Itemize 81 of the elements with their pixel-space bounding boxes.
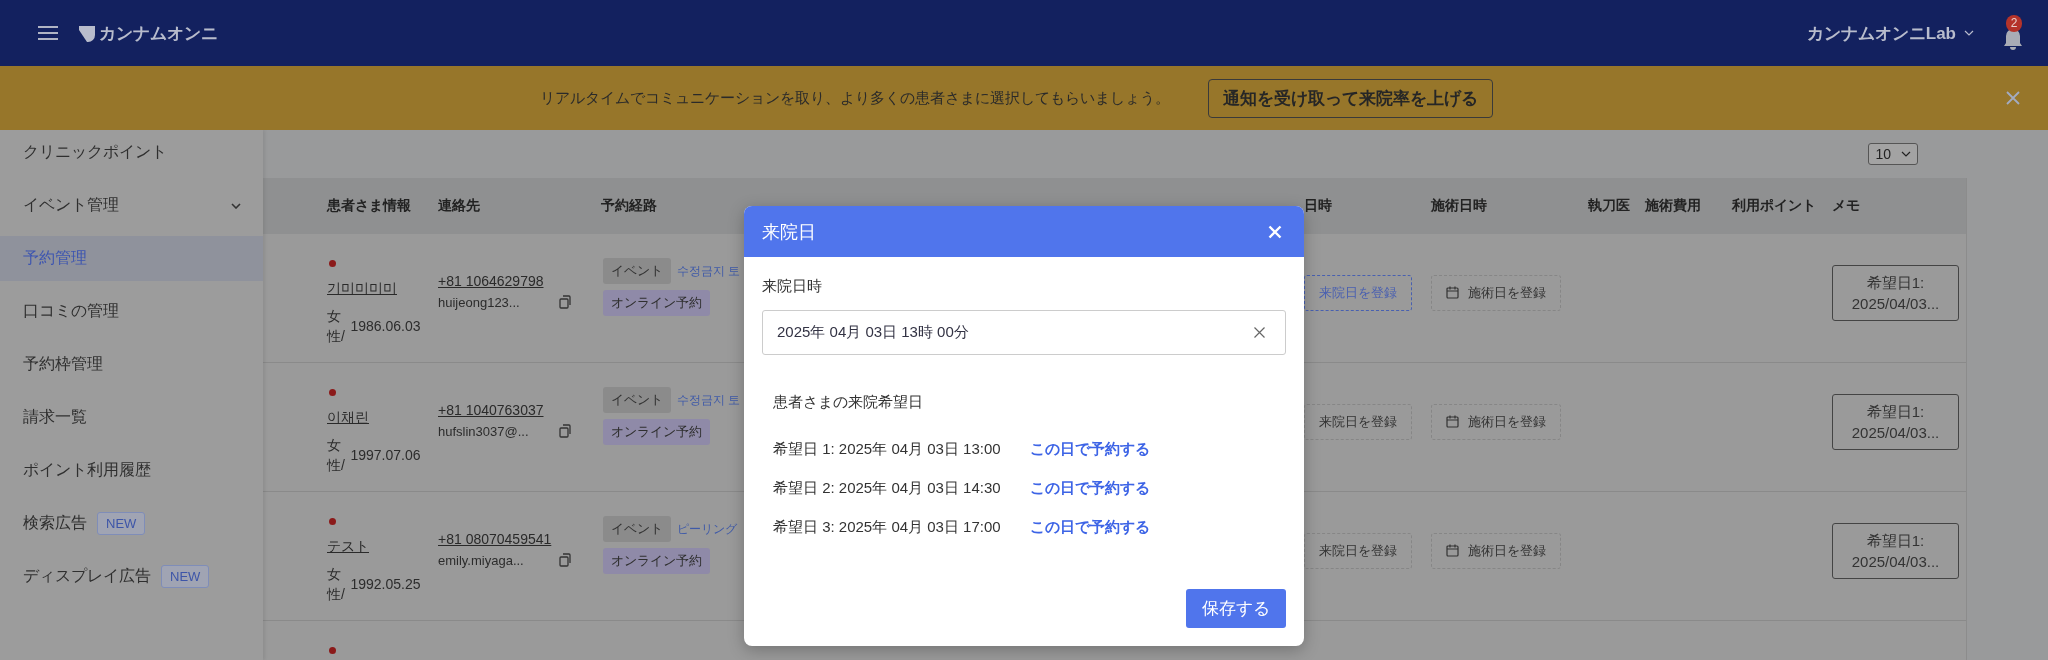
sidebar-item[interactable]: ディスプレイ広告 NEW [0, 554, 263, 599]
gender-text: 女性/ [327, 307, 346, 347]
sidebar-item[interactable]: イベント管理 [0, 183, 263, 228]
preferred-date-text: 希望日 3: 2025年 04月 03日 17:00 [773, 518, 1001, 537]
birthdate-text: 1986.06.03 [350, 318, 421, 335]
event-tag: イベント [603, 516, 671, 542]
preferred-date-text: 希望日 1: 2025年 04月 03日 13:00 [773, 440, 1001, 459]
book-this-date-link[interactable]: この日で予約する [1029, 440, 1150, 459]
clear-icon [1254, 327, 1265, 338]
column-header: 施術日時 [1431, 197, 1488, 215]
patient-name-link[interactable]: 이채린 [327, 409, 438, 427]
calendar-icon [1446, 415, 1459, 428]
memo-button[interactable]: 希望日1: 2025/04/03... [1832, 264, 1959, 321]
sidebar-item[interactable]: 口コミの管理 [0, 289, 263, 334]
booking-type-tag: オンライン予約 [603, 548, 710, 574]
memo-button[interactable]: 希望日1: 2025/04/03... [1832, 522, 1959, 579]
banner-message: リアルタイムでコミュニケーションを取り、より多くの患者さまに選択してもらいましょう。 [539, 88, 1170, 108]
sidebar-item[interactable]: 予約枠管理 [0, 342, 263, 387]
column-header: 執刀医 [1588, 197, 1631, 215]
copy-icon [559, 553, 571, 567]
section-heading: 患者さまの来院希望日 [773, 393, 924, 412]
column-header: 日時 [1304, 197, 1333, 215]
calendar-icon [1446, 286, 1459, 299]
column-header: 患者さま情報 [327, 197, 412, 215]
birthdate-text: 1997.07.06 [350, 447, 421, 464]
dialog-title: 来院日 [762, 220, 816, 244]
book-this-date-link[interactable]: この日で予約する [1029, 479, 1150, 498]
patient-name-link[interactable]: テスト [327, 538, 438, 556]
account-menu[interactable]: カンナムオンニLab [1806, 21, 1974, 45]
phone-link[interactable]: +81 1040763037 [438, 401, 601, 418]
datetime-field[interactable]: 2025年 04月 03日 13時 00分 [762, 310, 1286, 355]
register-treatment-button[interactable]: 施術日を登録 [1431, 403, 1561, 440]
column-header: 施術費用 [1645, 197, 1702, 215]
book-this-date-link[interactable]: この日で予約する [1029, 518, 1150, 537]
birthdate-text: 1992.05.25 [350, 576, 421, 593]
chevron-down-icon [1901, 151, 1911, 157]
sidebar-item[interactable]: ポイント利用履歴 [0, 448, 263, 493]
sidebar-item[interactable]: 請求一覧 [0, 395, 263, 440]
calendar-icon [1446, 544, 1459, 557]
sidebar-item[interactable]: 検索広告 NEW [0, 501, 263, 546]
memo-button[interactable]: 希望日1: 2025/04/03... [1832, 393, 1959, 450]
register-treatment-button[interactable]: 施術日を登録 [1431, 274, 1561, 311]
new-badge: NEW [161, 565, 210, 588]
phone-link[interactable]: +81 1064629798 [438, 272, 601, 289]
column-header: 連絡先 [438, 197, 481, 215]
new-badge: NEW [97, 512, 146, 535]
menu-icon [38, 25, 58, 41]
copy-icon [559, 295, 571, 309]
notification-button[interactable]: 2 [2002, 15, 2024, 51]
close-icon [1268, 224, 1282, 239]
column-header: 予約経路 [601, 197, 658, 215]
save-button[interactable]: 保存する [1186, 589, 1286, 628]
enable-notifications-button[interactable]: 通知を受け取って来院率を上げる [1207, 78, 1493, 118]
email-text: huijeong123... [438, 294, 520, 310]
chevron-down-icon [1964, 30, 1974, 36]
copy-icon [559, 424, 571, 438]
column-header: メモ [1832, 197, 1861, 215]
menu-button[interactable] [38, 25, 58, 41]
patient-name-link[interactable]: 기미미미미 [327, 280, 438, 298]
copy-button[interactable] [559, 424, 571, 438]
event-tag: イベント [603, 387, 671, 413]
email-text: hufslin3037@... [438, 423, 529, 439]
gender-text: 女性/ [327, 565, 346, 605]
register-treatment-button[interactable]: 施術日を登録 [1431, 532, 1561, 569]
gender-text: 女性/ [327, 436, 346, 476]
field-label: 来院日時 [762, 277, 823, 296]
phone-link[interactable]: +81 08070459541 [438, 530, 601, 547]
close-icon [2006, 91, 2020, 105]
sidebar-item[interactable]: クリニックポイント [0, 130, 263, 175]
booking-type-tag: オンライン予約 [603, 290, 710, 316]
logo-icon [78, 24, 96, 42]
copy-button[interactable] [559, 553, 571, 567]
logo-text: カンナムオンニ [99, 22, 218, 45]
email-text: emily.miyaga... [438, 552, 524, 568]
column-header: 利用ポイント [1732, 197, 1817, 215]
event-tag: イベント [603, 258, 671, 284]
notification-badge: 2 [2006, 15, 2022, 32]
copy-button[interactable] [559, 295, 571, 309]
booking-type-tag: オンライン予約 [603, 419, 710, 445]
page-size-select[interactable]: 10 [1868, 143, 1918, 165]
preferred-date-text: 希望日 2: 2025年 04月 03日 14:30 [773, 479, 1001, 498]
